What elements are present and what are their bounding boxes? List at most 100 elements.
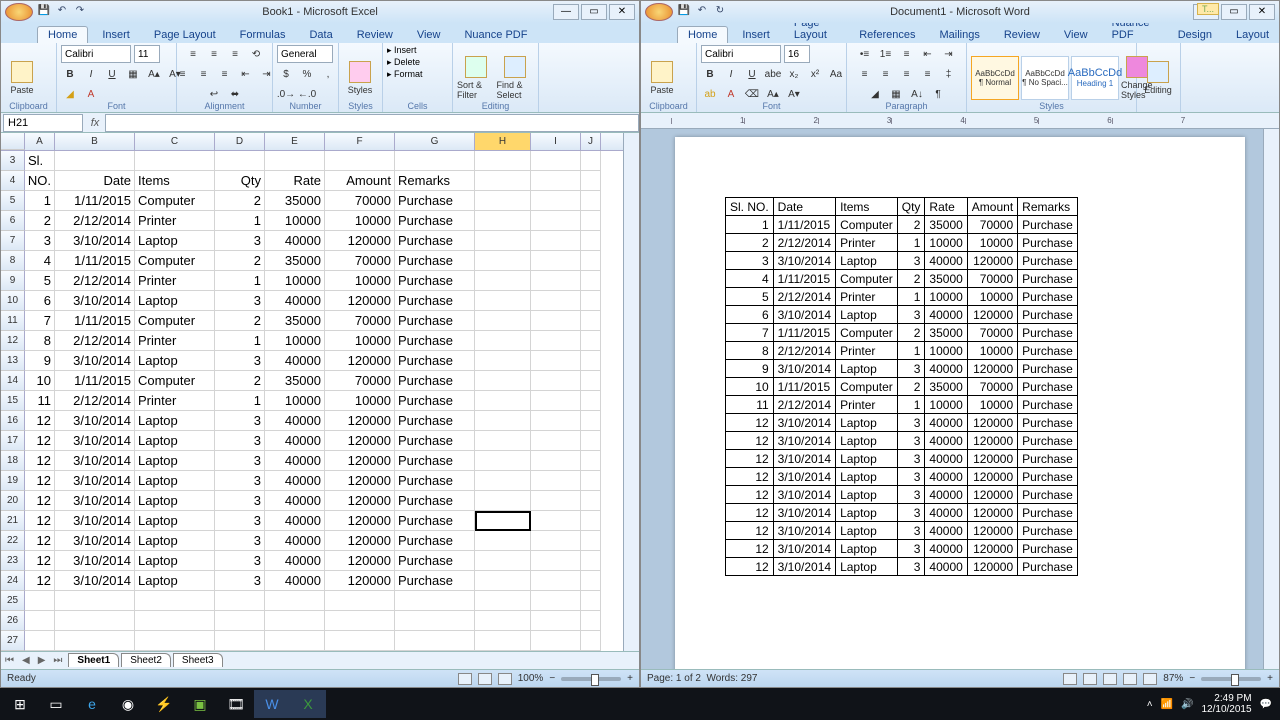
cell[interactable] [55,631,135,651]
cell[interactable]: 2/12/2014 [55,271,135,291]
word-taskbar-button[interactable]: W [254,690,290,718]
cell[interactable] [215,611,265,631]
cell[interactable]: Laptop [135,291,215,311]
cell[interactable] [581,531,601,551]
draft-view-button[interactable] [1143,673,1157,685]
tab-insert[interactable]: Insert [732,27,780,43]
cell[interactable]: 5 [25,271,55,291]
cell[interactable] [475,231,531,251]
cell[interactable]: 3 [215,351,265,371]
cell[interactable]: Rate [265,171,325,191]
cell[interactable]: 40000 [265,531,325,551]
normal-view-button[interactable] [458,673,472,685]
cell[interactable]: 10 [25,371,55,391]
cell[interactable] [475,551,531,571]
zoom-level[interactable]: 87% [1163,673,1183,684]
cell[interactable]: Laptop [135,491,215,511]
cell[interactable]: 12 [25,571,55,591]
cell[interactable] [531,371,581,391]
paste-button[interactable]: Paste [645,53,679,103]
zoom-in-button[interactable]: + [1267,673,1273,684]
column-header-A[interactable]: A [25,133,55,150]
cell[interactable] [581,431,601,451]
cell[interactable]: 10000 [325,391,395,411]
sheet-tab-sheet2[interactable]: Sheet2 [121,653,171,667]
cell[interactable] [531,611,581,631]
close-button[interactable]: ✕ [1249,4,1275,20]
row-header[interactable]: 25 [1,591,25,611]
bold-button[interactable]: B [61,65,79,83]
row-header[interactable]: 18 [1,451,25,471]
row-header[interactable]: 13 [1,351,25,371]
cell[interactable]: 70000 [325,191,395,211]
cell[interactable] [531,231,581,251]
cell[interactable]: 12 [25,511,55,531]
cell[interactable] [531,631,581,651]
cell[interactable]: 70000 [325,311,395,331]
font-selector[interactable]: Calibri [701,45,781,63]
cell[interactable]: Printer [135,391,215,411]
cell[interactable]: 3 [215,291,265,311]
cell[interactable]: Amount [325,171,395,191]
cell[interactable] [531,491,581,511]
cell[interactable]: 12 [25,411,55,431]
cell[interactable]: 1/11/2015 [55,371,135,391]
system-tray[interactable]: ˄ 📶 🔊 2:49 PM 12/10/2015 💬 [1147,693,1278,715]
explorer-icon[interactable]: 🎞 [218,690,254,718]
tab-review[interactable]: Review [347,27,403,43]
save-icon[interactable]: 💾 [677,5,691,19]
tab-view[interactable]: View [407,27,451,43]
cell[interactable]: 10000 [265,271,325,291]
cell[interactable]: Computer [135,311,215,331]
row-header[interactable]: 23 [1,551,25,571]
cell[interactable]: 120000 [325,431,395,451]
change-case-button[interactable]: Aa [827,65,845,83]
cell[interactable]: 3 [215,571,265,591]
align-left-button[interactable]: ≡ [856,65,874,83]
orientation-button[interactable]: ⟲ [247,45,265,63]
cell[interactable]: 70000 [325,251,395,271]
cell[interactable]: Computer [135,371,215,391]
sheet-nav-first[interactable]: ⏮ [1,655,18,666]
row-header[interactable]: 8 [1,251,25,271]
windows-taskbar[interactable]: ⊞ ▭ e ◉ ⚡ ▣ 🎞 W X ˄ 📶 🔊 2:49 PM 12/10/20… [0,688,1280,720]
cell[interactable]: 8 [25,331,55,351]
vertical-scrollbar[interactable] [623,133,639,651]
strike-button[interactable]: abe [764,65,782,83]
numbering-button[interactable]: 1≡ [877,45,895,63]
column-header-H[interactable]: H [475,133,531,150]
cell[interactable]: 3/10/2014 [55,471,135,491]
cell[interactable] [135,631,215,651]
cell[interactable]: 9 [25,351,55,371]
cell[interactable] [325,611,395,631]
cell[interactable] [531,271,581,291]
cell[interactable]: Laptop [135,571,215,591]
bold-button[interactable]: B [701,65,719,83]
cell[interactable]: 40000 [265,231,325,251]
row-header[interactable]: 20 [1,491,25,511]
maximize-button[interactable]: ▭ [581,4,607,20]
tab-insert[interactable]: Insert [92,27,140,43]
cell[interactable]: 6 [25,291,55,311]
excel-taskbar-button[interactable]: X [290,690,326,718]
cell[interactable] [135,591,215,611]
cell[interactable]: 3/10/2014 [55,531,135,551]
cell[interactable] [531,591,581,611]
cell[interactable]: 10000 [265,211,325,231]
cell[interactable]: 120000 [325,471,395,491]
cell[interactable] [215,591,265,611]
column-header-I[interactable]: I [531,133,581,150]
tab-home[interactable]: Home [677,26,728,43]
delete-cells-button[interactable]: ▸ Delete [387,57,420,68]
align-bot-button[interactable]: ≡ [226,45,244,63]
cell[interactable]: Purchase [395,411,475,431]
cell[interactable] [531,211,581,231]
cell[interactable]: Purchase [395,371,475,391]
tab-data[interactable]: Data [299,27,342,43]
cell[interactable]: 2 [25,211,55,231]
row-header[interactable]: 12 [1,331,25,351]
cell[interactable]: Purchase [395,251,475,271]
sheet-nav-last[interactable]: ⏭ [49,655,66,666]
align-top-button[interactable]: ≡ [184,45,202,63]
cell[interactable] [395,611,475,631]
